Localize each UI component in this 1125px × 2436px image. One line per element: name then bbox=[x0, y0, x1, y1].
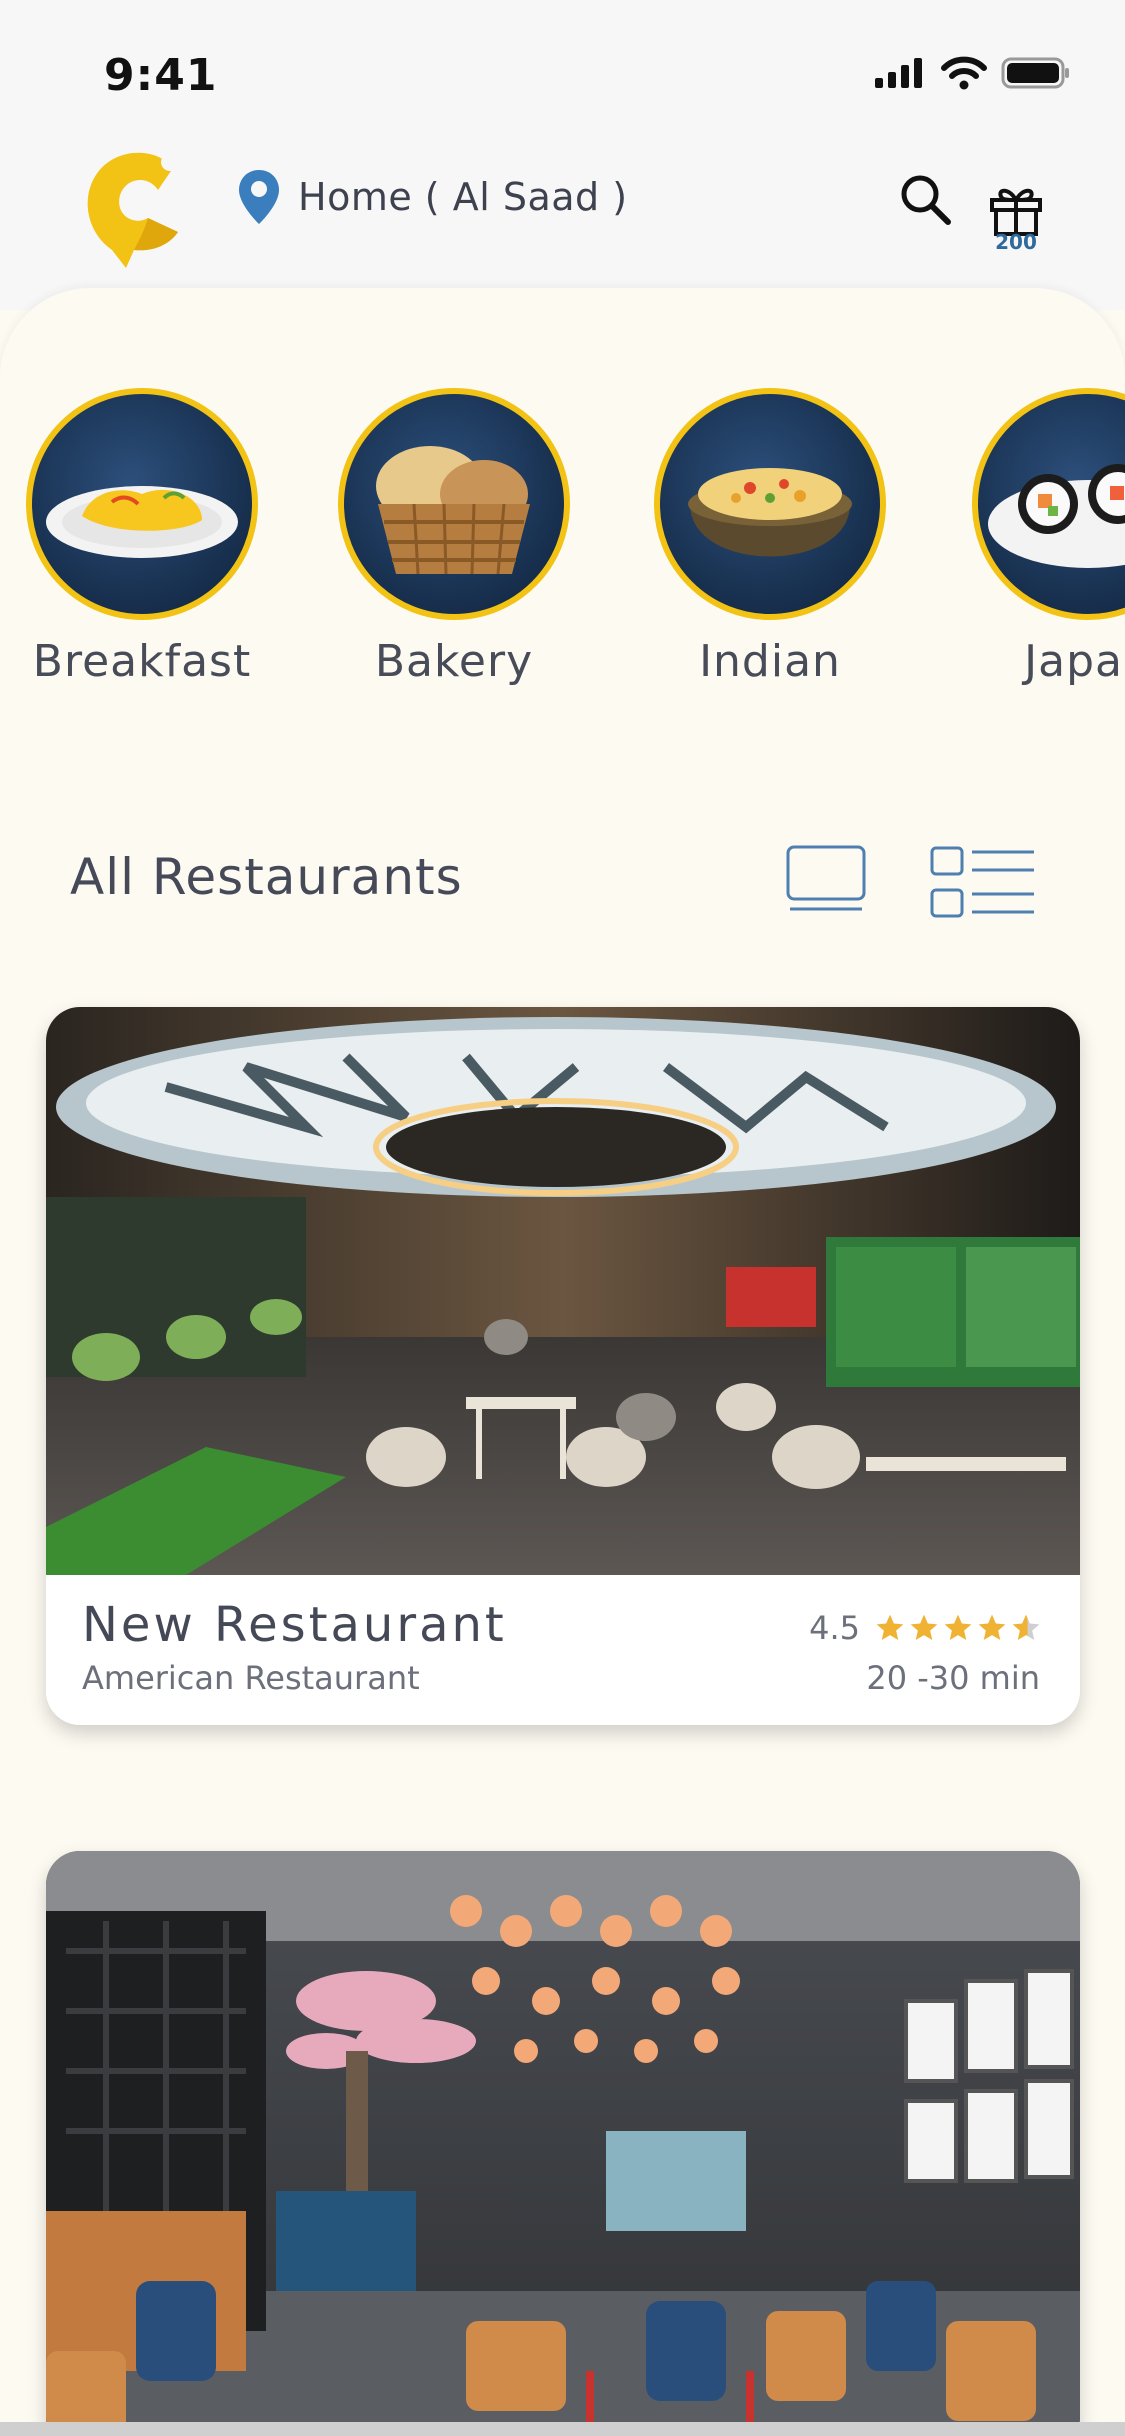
restaurant-cuisine: American Restaurant bbox=[82, 1659, 420, 1697]
restaurant-photo bbox=[46, 1007, 1080, 1575]
delivery-time: 20 -30 min bbox=[866, 1659, 1040, 1697]
wifi-icon bbox=[941, 56, 987, 90]
restaurant-card[interactable] bbox=[46, 1851, 1080, 2436]
location-label: Home ( Al Saad ) bbox=[298, 175, 628, 219]
status-icons bbox=[873, 56, 1071, 90]
category-label: Bakery bbox=[374, 636, 534, 687]
card-view-icon[interactable] bbox=[786, 843, 866, 923]
category-label: Japan bbox=[1024, 636, 1125, 687]
biryani-pot-icon bbox=[654, 388, 886, 620]
battery-icon bbox=[1001, 57, 1069, 89]
top-bar: 9:41 Home ( Al Saad ) 200 bbox=[0, 0, 1125, 310]
restaurant-name: New Restaurant bbox=[82, 1597, 507, 1653]
restaurant-card[interactable]: New Restaurant American Restaurant 4.5 2… bbox=[46, 1007, 1080, 1725]
content-sheet: Breakfast Bakery Indian Japa All Restaur… bbox=[0, 288, 1125, 2436]
restaurant-rating: 4.5 bbox=[809, 1609, 1042, 1647]
star-icon bbox=[876, 1614, 904, 1640]
section-title: All Restaurants bbox=[70, 848, 463, 906]
category-bakery[interactable]: Bakery bbox=[334, 388, 574, 687]
search-icon[interactable] bbox=[898, 172, 952, 226]
restaurant-photo bbox=[46, 1851, 1080, 2436]
rating-stars bbox=[874, 1612, 1042, 1644]
gift-points-count: 200 bbox=[995, 230, 1037, 254]
home-indicator-strip bbox=[0, 2422, 1125, 2436]
star-icon bbox=[910, 1614, 938, 1640]
star-half-icon bbox=[1012, 1614, 1040, 1640]
category-label: Breakfast bbox=[32, 636, 252, 687]
category-breakfast[interactable]: Breakfast bbox=[22, 388, 262, 687]
rating-value: 4.5 bbox=[809, 1609, 860, 1647]
app-logo bbox=[87, 152, 179, 268]
category-label: Indian bbox=[699, 636, 841, 687]
status-time: 9:41 bbox=[104, 50, 218, 101]
star-icon bbox=[978, 1614, 1006, 1640]
location-pin-icon bbox=[239, 170, 279, 224]
bread-basket-icon bbox=[338, 388, 570, 620]
category-indian[interactable]: Indian bbox=[650, 388, 890, 687]
restaurant-info: New Restaurant American Restaurant 4.5 2… bbox=[46, 1575, 1080, 1725]
omelette-plate-icon bbox=[26, 388, 258, 620]
list-view-icon[interactable] bbox=[930, 844, 1036, 924]
location-selector[interactable]: Home ( Al Saad ) bbox=[236, 168, 628, 226]
signal-icon bbox=[875, 58, 922, 88]
sushi-plate-icon bbox=[972, 388, 1125, 620]
category-japan[interactable]: Japan bbox=[968, 388, 1125, 687]
star-icon bbox=[944, 1614, 972, 1640]
